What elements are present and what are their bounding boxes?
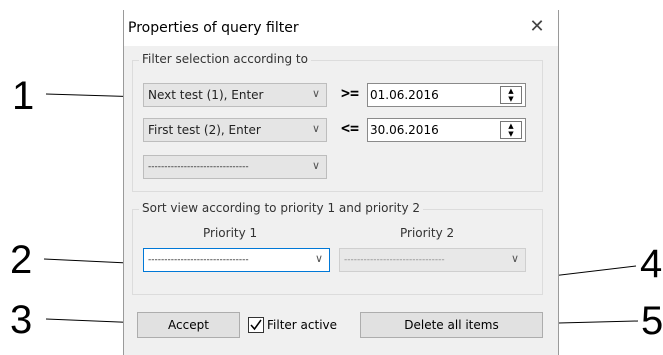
close-icon[interactable]: ✕: [526, 16, 548, 38]
filter-group-title: Filter selection according to: [139, 52, 311, 66]
date-1-spinner[interactable]: ▲ ▼: [500, 86, 522, 104]
filter-field-1-value: Next test (1), Enter: [148, 88, 264, 102]
filter-operator-1: >=: [341, 84, 360, 102]
callout-number-5: 5: [641, 299, 663, 343]
filter-field-2-select[interactable]: First test (2), Enter ∨: [143, 118, 327, 142]
query-filter-dialog: Properties of query filter ✕ Filter sele…: [123, 10, 559, 355]
filter-date-1-value: 01.06.2016: [370, 88, 439, 102]
chevron-down-icon: ∨: [311, 87, 320, 100]
filter-date-2-value: 30.06.2016: [370, 123, 439, 137]
filter-field-3-select[interactable]: ------------------------------- ∨: [143, 155, 327, 179]
checkmark-icon: [250, 319, 262, 331]
priority-1-value: -------------------------------: [148, 255, 249, 265]
filter-date-1-input[interactable]: 01.06.2016 ▲ ▼: [367, 83, 526, 107]
spin-down-icon[interactable]: ▼: [501, 95, 521, 103]
priority-2-value: -------------------------------: [344, 255, 445, 265]
filter-field-2-value: First test (2), Enter: [148, 123, 261, 137]
chevron-down-icon: ∨: [311, 159, 320, 172]
filter-operator-2: <=: [341, 119, 360, 137]
filter-field-1-select[interactable]: Next test (1), Enter ∨: [143, 83, 327, 107]
date-2-spinner[interactable]: ▲ ▼: [500, 121, 522, 139]
spin-down-icon[interactable]: ▼: [501, 130, 521, 138]
spin-up-icon[interactable]: ▲: [501, 122, 521, 130]
priority-2-label: Priority 2: [400, 226, 455, 240]
callout-number-1: 1: [12, 74, 35, 118]
callout-number-2: 2: [10, 238, 33, 282]
accept-button[interactable]: Accept: [137, 312, 240, 338]
title-bar: Properties of query filter ✕: [124, 10, 558, 46]
callout-number-3: 3: [10, 298, 33, 342]
dialog-title: Properties of query filter: [128, 20, 299, 36]
callout-number-4: 4: [640, 242, 663, 286]
priority-1-select[interactable]: ------------------------------- ∨: [143, 248, 330, 272]
filter-date-2-input[interactable]: 30.06.2016 ▲ ▼: [367, 118, 526, 142]
chevron-down-icon: ∨: [311, 122, 320, 135]
spin-up-icon[interactable]: ▲: [501, 87, 521, 95]
chevron-down-icon: ∨: [510, 252, 519, 265]
sort-group-title: Sort view according to priority 1 and pr…: [139, 201, 424, 215]
delete-all-items-button[interactable]: Delete all items: [360, 312, 543, 338]
filter-active-checkbox[interactable]: [248, 317, 264, 333]
priority-1-label: Priority 1: [203, 226, 258, 240]
filter-field-3-value: -------------------------------: [148, 162, 249, 172]
filter-active-label: Filter active: [267, 318, 338, 332]
chevron-down-icon: ∨: [314, 252, 323, 265]
priority-2-select[interactable]: ------------------------------- ∨: [339, 248, 526, 272]
